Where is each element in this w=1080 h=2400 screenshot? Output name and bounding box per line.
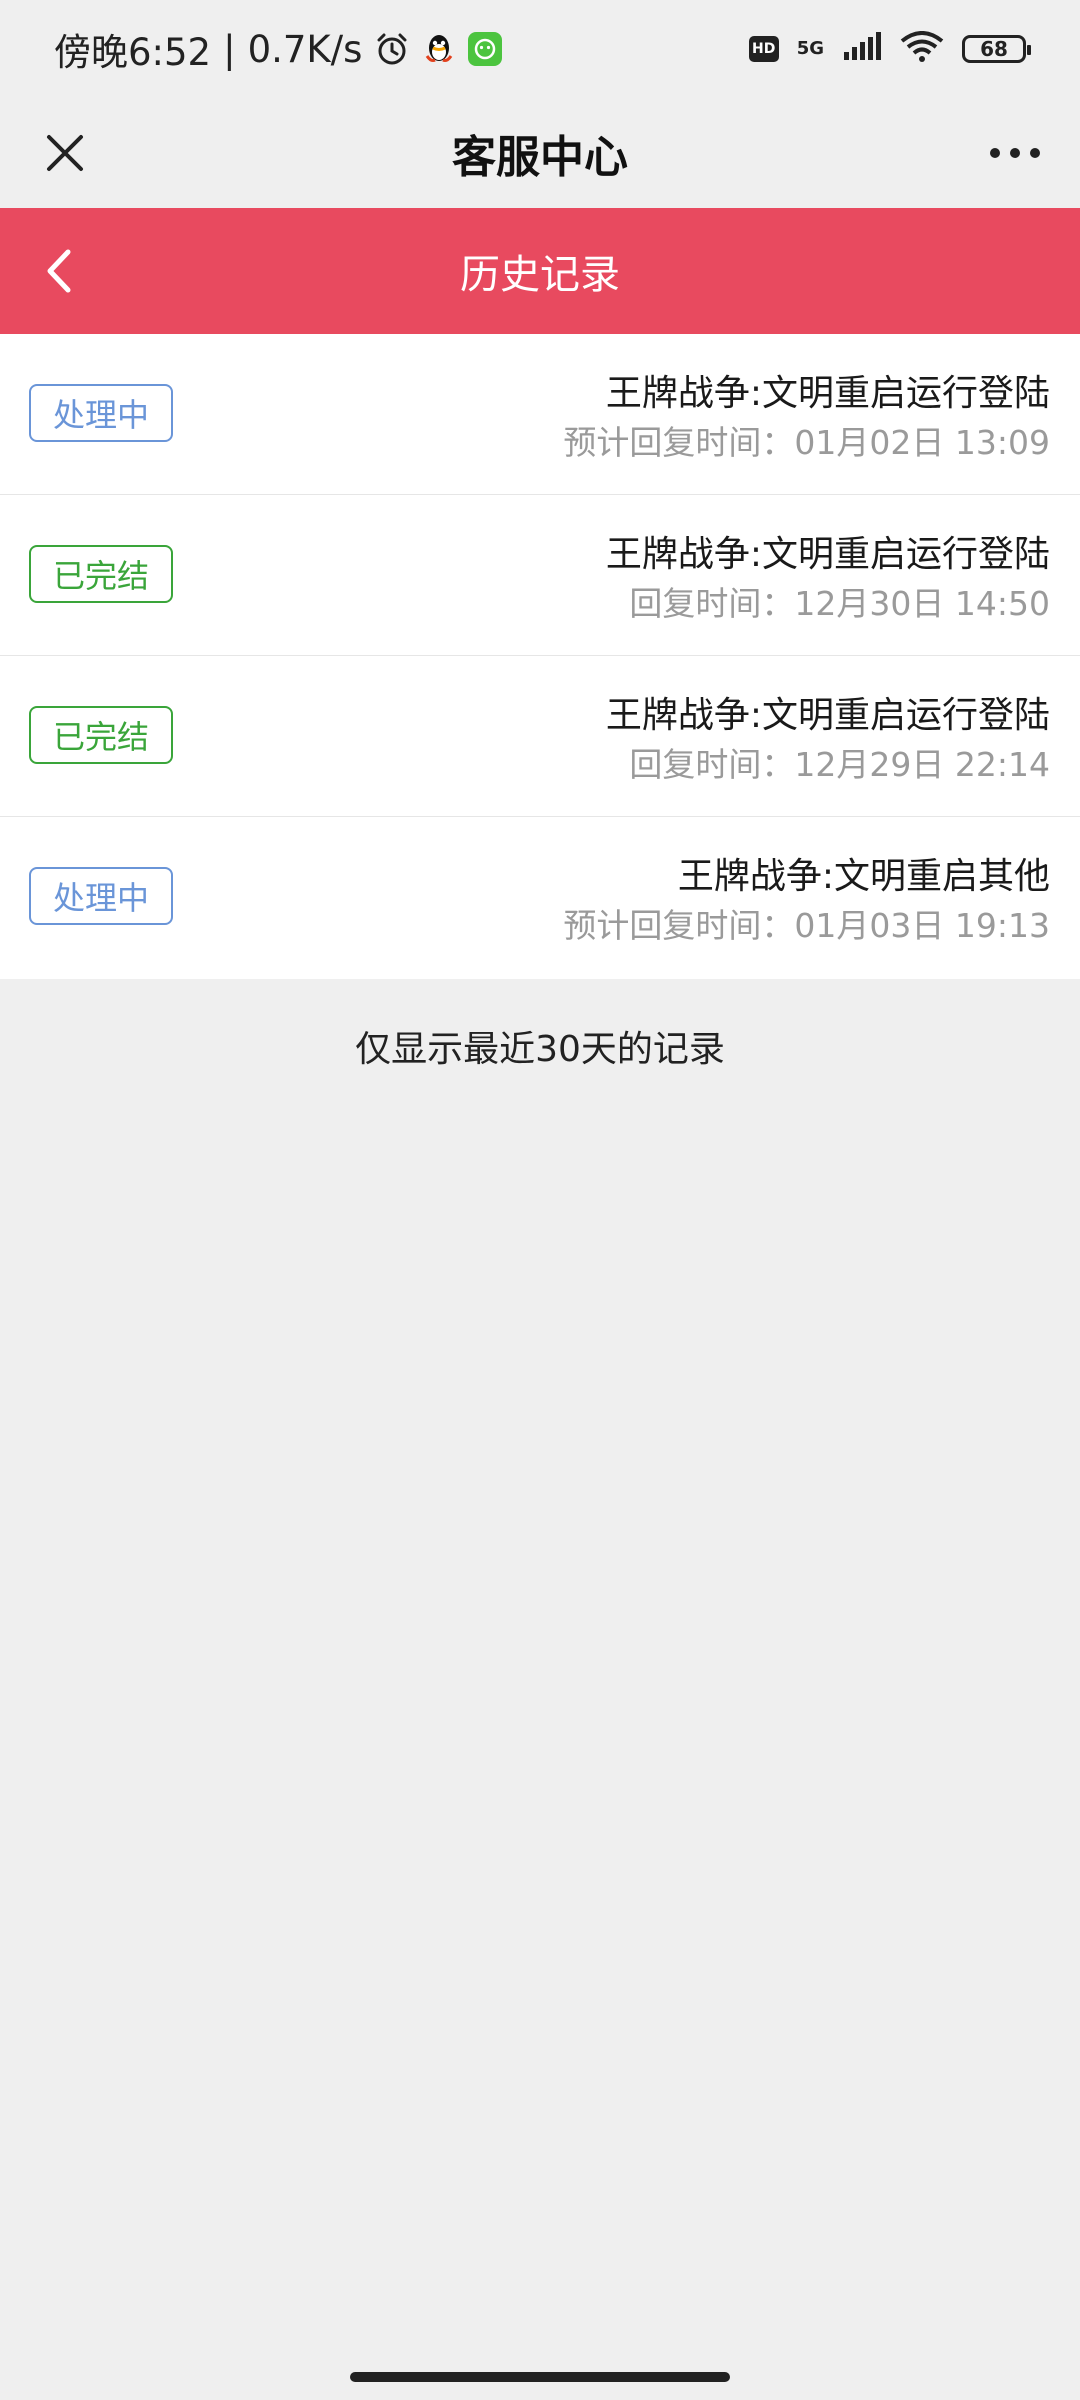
signal-icon: [842, 32, 882, 66]
wifi-icon: [900, 31, 944, 67]
history-header: 历史记录: [0, 208, 1080, 334]
record-time: 回复时间：12月29日 22:14: [629, 745, 1050, 784]
record-title: 王牌战争:文明重启运行登陆: [605, 695, 1050, 736]
status-badge: 处理中: [29, 867, 173, 925]
status-bar: 傍晚6:52 | 0.7K/s HD 5G 68: [0, 0, 1080, 98]
close-icon: [47, 135, 83, 171]
more-icon: [990, 148, 1040, 158]
record-time: 预计回复时间：01月02日 13:09: [563, 423, 1050, 462]
record-title: 王牌战争:文明重启运行登陆: [605, 534, 1050, 575]
network-speed: 0.7K/s: [247, 27, 363, 71]
record-list: 处理中 王牌战争:文明重启运行登陆 预计回复时间：01月02日 13:09 已完…: [0, 334, 1080, 979]
close-button[interactable]: [28, 116, 102, 190]
status-badge: 已完结: [29, 706, 173, 764]
record-title: 王牌战争:文明重启运行登陆: [605, 373, 1050, 414]
home-indicator[interactable]: [350, 2372, 730, 2382]
qq-icon: [422, 32, 456, 66]
record-time: 预计回复时间：01月03日 19:13: [563, 906, 1050, 945]
page-title: 客服中心: [452, 132, 628, 183]
header-title: 历史记录: [460, 252, 620, 298]
hd-badge: HD: [748, 36, 779, 62]
battery-indicator: 68: [962, 35, 1031, 63]
record-title: 王牌战争:文明重启其他: [677, 856, 1050, 897]
more-button[interactable]: [978, 116, 1052, 190]
title-bar: 客服中心: [0, 98, 1080, 208]
record-row[interactable]: 已完结 王牌战争:文明重启运行登陆 回复时间：12月30日 14:50: [0, 495, 1080, 656]
network-type: 5G: [796, 38, 824, 59]
record-row[interactable]: 处理中 王牌战争:文明重启运行登陆 预计回复时间：01月02日 13:09: [0, 334, 1080, 495]
app-badge-icon: [468, 32, 503, 66]
status-time: 傍晚6:52: [54, 31, 212, 74]
chevron-left-icon: [47, 249, 71, 293]
record-time: 回复时间：12月30日 14:50: [629, 584, 1050, 623]
status-badge: 处理中: [29, 384, 173, 442]
alarm-icon: [374, 31, 410, 67]
status-bar-left: 傍晚6:52 | 0.7K/s: [54, 22, 503, 76]
status-bar-right: HD 5G 68: [748, 31, 1031, 67]
footer-note: 仅显示最近30天的记录: [355, 1029, 725, 1070]
record-row[interactable]: 已完结 王牌战争:文明重启运行登陆 回复时间：12月29日 22:14: [0, 656, 1080, 817]
status-badge: 已完结: [29, 545, 173, 603]
status-separator: |: [223, 27, 236, 71]
record-row[interactable]: 处理中 王牌战争:文明重启其他 预计回复时间：01月03日 19:13: [0, 817, 1080, 979]
back-button[interactable]: [24, 236, 94, 306]
